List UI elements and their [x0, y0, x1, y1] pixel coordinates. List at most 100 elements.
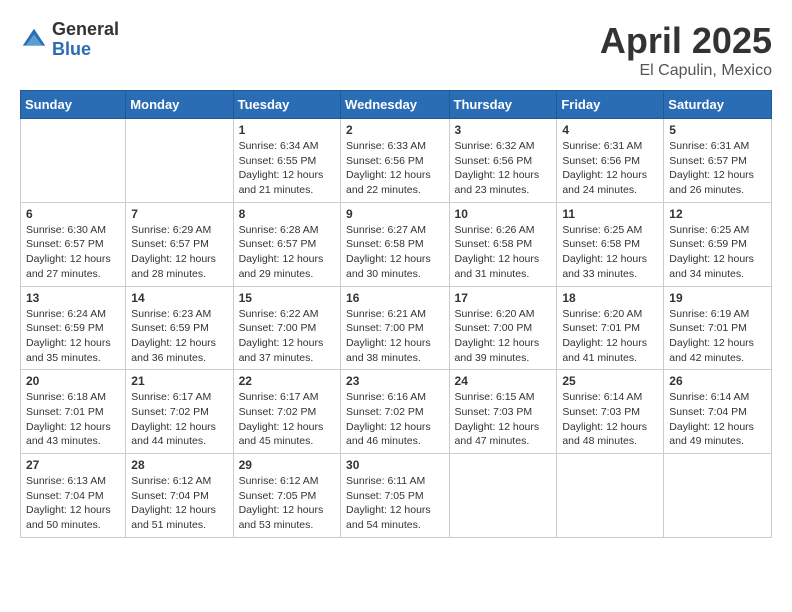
- day-of-week-header: Thursday: [449, 91, 557, 119]
- calendar-week-row: 13 Sunrise: 6:24 AMSunset: 6:59 PMDayligh…: [21, 286, 772, 370]
- day-info: Sunrise: 6:26 AMSunset: 6:58 PMDaylight:…: [455, 223, 552, 282]
- day-number: 19: [669, 291, 766, 305]
- day-info: Sunrise: 6:23 AMSunset: 6:59 PMDaylight:…: [131, 307, 227, 366]
- calendar-cell: 22Sunrise: 6:17 AMSunset: 7:02 PMDayligh…: [233, 370, 340, 454]
- calendar-cell: 27 Sunrise: 6:13 AMSunset: 7:04 PMDayligh…: [21, 454, 126, 538]
- day-number: 26: [669, 374, 766, 388]
- day-number: 14: [131, 291, 227, 305]
- day-of-week-header: Monday: [126, 91, 233, 119]
- logo: General Blue: [20, 20, 119, 60]
- day-number: 12: [669, 207, 766, 221]
- day-info: Sunrise: 6:29 AMSunset: 6:57 PMDaylight:…: [131, 223, 227, 282]
- location-title: El Capulin, Mexico: [600, 62, 772, 80]
- calendar-week-row: 1Sunrise: 6:34 AMSunset: 6:55 PMDaylight…: [21, 119, 772, 203]
- logo-blue-text: Blue: [52, 40, 119, 60]
- day-info: Sunrise: 6:28 AMSunset: 6:57 PMDaylight:…: [239, 223, 335, 282]
- day-info: Sunrise: 6:12 AMSunset: 7:05 PMDaylight:…: [239, 474, 335, 533]
- calendar-cell: 6 Sunrise: 6:30 AMSunset: 6:57 PMDaylight…: [21, 202, 126, 286]
- day-info: Sunrise: 6:22 AMSunset: 7:00 PMDaylight:…: [239, 307, 335, 366]
- day-info: Sunrise: 6:18 AMSunset: 7:01 PMDaylight:…: [26, 390, 120, 449]
- day-info: Sunrise: 6:14 AMSunset: 7:04 PMDaylight:…: [669, 390, 766, 449]
- day-number: 10: [455, 207, 552, 221]
- day-number: 13: [26, 291, 120, 305]
- day-number: 29: [239, 458, 335, 472]
- day-info: Sunrise: 6:11 AMSunset: 7:05 PMDaylight:…: [346, 474, 443, 533]
- logo-icon: [20, 26, 48, 54]
- day-number: 28: [131, 458, 227, 472]
- day-number: 9: [346, 207, 443, 221]
- calendar-cell: 4 Sunrise: 6:31 AMSunset: 6:56 PMDaylight…: [557, 119, 664, 203]
- day-info: Sunrise: 6:31 AMSunset: 6:56 PMDaylight:…: [562, 139, 658, 198]
- calendar-cell: 7 Sunrise: 6:29 AMSunset: 6:57 PMDaylight…: [126, 202, 233, 286]
- calendar-cell: 18 Sunrise: 6:20 AMSunset: 7:01 PMDayligh…: [557, 286, 664, 370]
- calendar-cell: 30 Sunrise: 6:11 AMSunset: 7:05 PMDayligh…: [341, 454, 449, 538]
- day-info: Sunrise: 6:20 AMSunset: 7:00 PMDaylight:…: [455, 307, 552, 366]
- calendar-cell: [21, 119, 126, 203]
- day-info: Sunrise: 6:13 AMSunset: 7:04 PMDaylight:…: [26, 474, 120, 533]
- calendar-cell: 13 Sunrise: 6:24 AMSunset: 6:59 PMDayligh…: [21, 286, 126, 370]
- calendar-cell: [557, 454, 664, 538]
- day-info: Sunrise: 6:14 AMSunset: 7:03 PMDaylight:…: [562, 390, 658, 449]
- day-info: Sunrise: 6:16 AMSunset: 7:02 PMDaylight:…: [346, 390, 443, 449]
- calendar-cell: 26 Sunrise: 6:14 AMSunset: 7:04 PMDayligh…: [664, 370, 772, 454]
- title-area: April 2025 El Capulin, Mexico: [600, 20, 772, 80]
- calendar-cell: 25 Sunrise: 6:14 AMSunset: 7:03 PMDayligh…: [557, 370, 664, 454]
- calendar-cell: 9 Sunrise: 6:27 AMSunset: 6:58 PMDaylight…: [341, 202, 449, 286]
- day-number: 5: [669, 123, 766, 137]
- day-of-week-header: Sunday: [21, 91, 126, 119]
- day-info: Sunrise: 6:12 AMSunset: 7:04 PMDaylight:…: [131, 474, 227, 533]
- calendar-week-row: 27 Sunrise: 6:13 AMSunset: 7:04 PMDayligh…: [21, 454, 772, 538]
- calendar-cell: 12Sunrise: 6:25 AMSunset: 6:59 PMDayligh…: [664, 202, 772, 286]
- calendar-cell: 8Sunrise: 6:28 AMSunset: 6:57 PMDaylight…: [233, 202, 340, 286]
- day-info: Sunrise: 6:19 AMSunset: 7:01 PMDaylight:…: [669, 307, 766, 366]
- calendar-week-row: 6 Sunrise: 6:30 AMSunset: 6:57 PMDaylight…: [21, 202, 772, 286]
- calendar-cell: [126, 119, 233, 203]
- day-number: 15: [239, 291, 335, 305]
- day-number: 11: [562, 207, 658, 221]
- calendar-cell: 24 Sunrise: 6:15 AMSunset: 7:03 PMDayligh…: [449, 370, 557, 454]
- day-number: 30: [346, 458, 443, 472]
- day-number: 3: [455, 123, 552, 137]
- day-info: Sunrise: 6:15 AMSunset: 7:03 PMDaylight:…: [455, 390, 552, 449]
- day-info: Sunrise: 6:30 AMSunset: 6:57 PMDaylight:…: [26, 223, 120, 282]
- day-number: 25: [562, 374, 658, 388]
- day-info: Sunrise: 6:17 AMSunset: 7:02 PMDaylight:…: [131, 390, 227, 449]
- day-of-week-header: Tuesday: [233, 91, 340, 119]
- logo-text: General Blue: [52, 20, 119, 60]
- day-number: 17: [455, 291, 552, 305]
- day-info: Sunrise: 6:20 AMSunset: 7:01 PMDaylight:…: [562, 307, 658, 366]
- logo-general-text: General: [52, 20, 119, 40]
- day-of-week-header: Friday: [557, 91, 664, 119]
- calendar-cell: 11 Sunrise: 6:25 AMSunset: 6:58 PMDayligh…: [557, 202, 664, 286]
- day-number: 24: [455, 374, 552, 388]
- calendar-cell: [449, 454, 557, 538]
- day-number: 6: [26, 207, 120, 221]
- day-info: Sunrise: 6:31 AMSunset: 6:57 PMDaylight:…: [669, 139, 766, 198]
- day-info: Sunrise: 6:24 AMSunset: 6:59 PMDaylight:…: [26, 307, 120, 366]
- calendar-cell: 20 Sunrise: 6:18 AMSunset: 7:01 PMDayligh…: [21, 370, 126, 454]
- day-number: 2: [346, 123, 443, 137]
- day-number: 7: [131, 207, 227, 221]
- day-info: Sunrise: 6:25 AMSunset: 6:58 PMDaylight:…: [562, 223, 658, 282]
- day-info: Sunrise: 6:34 AMSunset: 6:55 PMDaylight:…: [239, 139, 335, 198]
- calendar-cell: 29 Sunrise: 6:12 AMSunset: 7:05 PMDayligh…: [233, 454, 340, 538]
- day-of-week-header: Wednesday: [341, 91, 449, 119]
- calendar-cell: 21 Sunrise: 6:17 AMSunset: 7:02 PMDayligh…: [126, 370, 233, 454]
- day-number: 4: [562, 123, 658, 137]
- calendar-cell: 28 Sunrise: 6:12 AMSunset: 7:04 PMDayligh…: [126, 454, 233, 538]
- calendar-cell: 1Sunrise: 6:34 AMSunset: 6:55 PMDaylight…: [233, 119, 340, 203]
- calendar-cell: 3Sunrise: 6:32 AMSunset: 6:56 PMDaylight…: [449, 119, 557, 203]
- calendar-cell: 23Sunrise: 6:16 AMSunset: 7:02 PMDayligh…: [341, 370, 449, 454]
- calendar-table: SundayMondayTuesdayWednesdayThursdayFrid…: [20, 90, 772, 538]
- day-number: 21: [131, 374, 227, 388]
- calendar-week-row: 20 Sunrise: 6:18 AMSunset: 7:01 PMDayligh…: [21, 370, 772, 454]
- day-number: 22: [239, 374, 335, 388]
- day-number: 20: [26, 374, 120, 388]
- calendar-cell: [664, 454, 772, 538]
- day-number: 27: [26, 458, 120, 472]
- calendar-cell: 5 Sunrise: 6:31 AMSunset: 6:57 PMDaylight…: [664, 119, 772, 203]
- day-info: Sunrise: 6:27 AMSunset: 6:58 PMDaylight:…: [346, 223, 443, 282]
- day-number: 18: [562, 291, 658, 305]
- header: General Blue April 2025 El Capulin, Mexi…: [20, 20, 772, 80]
- calendar-cell: 17 Sunrise: 6:20 AMSunset: 7:00 PMDayligh…: [449, 286, 557, 370]
